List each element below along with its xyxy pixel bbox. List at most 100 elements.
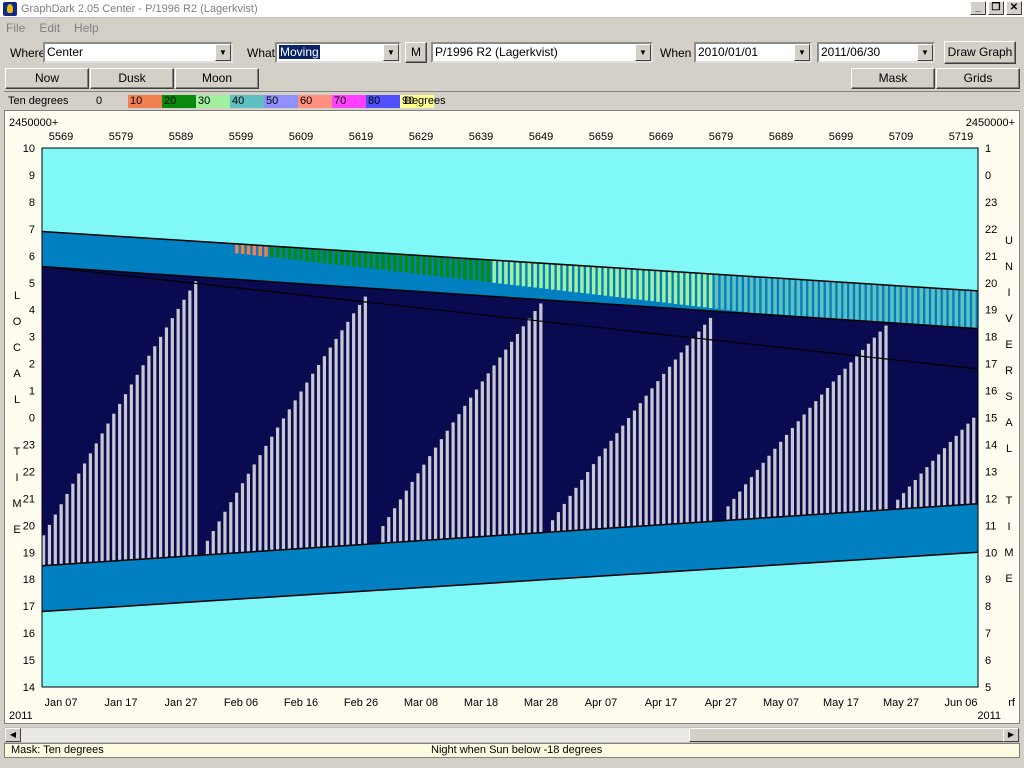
moon-bar — [667, 366, 672, 525]
moon-bar — [627, 418, 631, 527]
ut-letter: E — [1005, 339, 1012, 351]
date-tick: Mar 28 — [524, 697, 558, 709]
what-label: What — [247, 46, 276, 60]
moon-bar — [510, 341, 514, 535]
chevron-down-icon[interactable]: ▼ — [215, 44, 231, 61]
ut-hour-tick: 17 — [985, 359, 997, 371]
local-time-letter: C — [13, 342, 21, 354]
scroll-right-icon[interactable]: ▶ — [1003, 728, 1019, 742]
maximize-button[interactable]: ❐ — [988, 1, 1004, 15]
altitude-bar — [533, 262, 537, 288]
ut-hour-tick: 8 — [985, 601, 991, 613]
moon-bar — [527, 318, 531, 534]
window-title: GraphDark 2.05 Center - P/1996 R2 (Lager… — [21, 2, 258, 15]
moon-bar — [82, 463, 87, 564]
jd-tick: 5569 — [49, 131, 73, 143]
what-select[interactable]: Moving ▼ — [275, 42, 401, 63]
local-time-letter: O — [13, 316, 22, 328]
moon-bar — [609, 440, 613, 529]
moon-bar — [615, 433, 619, 528]
jd-prefix-left: 2450000+ — [9, 117, 58, 129]
menu-edit[interactable]: Edit — [39, 21, 60, 35]
altitude-bar — [545, 263, 549, 289]
grids-button[interactable]: Grids — [936, 68, 1020, 89]
moon-bar — [340, 330, 344, 546]
menu-file[interactable]: File — [6, 21, 25, 35]
local-hour-tick: 4 — [29, 305, 35, 317]
altitude-bar — [235, 243, 239, 254]
altitude-bar — [603, 267, 608, 296]
local-hour-tick: 14 — [23, 682, 35, 694]
moon-bar — [913, 479, 917, 509]
ut-letter: M — [1004, 547, 1013, 559]
dusk-button[interactable]: Dusk — [90, 68, 174, 89]
chevron-down-icon[interactable]: ▼ — [383, 44, 399, 61]
altitude-bar — [270, 245, 274, 258]
altitude-bar — [972, 290, 976, 329]
moon-bar — [972, 417, 976, 505]
ut-letter: T — [1006, 495, 1013, 507]
date-tick: Mar 18 — [464, 697, 498, 709]
local-hour-tick: 20 — [23, 520, 35, 532]
legend-swatch-70: 70 — [332, 95, 366, 108]
altitude-bar — [451, 257, 456, 279]
start-date-select[interactable]: 2010/01/01 ▼ — [694, 42, 812, 63]
moon-bar — [205, 540, 210, 555]
moon-bar — [276, 427, 280, 551]
where-select[interactable]: Center ▼ — [43, 42, 233, 63]
chevron-down-icon[interactable]: ▼ — [794, 44, 810, 61]
date-tick: Mar 08 — [404, 697, 438, 709]
object-select[interactable]: P/1996 R2 (Lagerkvist) ▼ — [431, 42, 653, 63]
scroll-left-icon[interactable]: ◀ — [5, 728, 21, 742]
moon-bar — [919, 473, 923, 508]
end-date-select[interactable]: 2011/06/30 ▼ — [817, 42, 935, 63]
moon-bar — [580, 479, 584, 531]
altitude-bar — [252, 244, 257, 256]
close-button[interactable]: ✕ — [1006, 1, 1022, 15]
altitude-bar — [925, 287, 929, 326]
moon-bar — [550, 520, 555, 533]
minimize-button[interactable]: _ — [970, 1, 986, 15]
m-button[interactable]: M — [405, 42, 427, 63]
jd-tick: 5699 — [829, 131, 853, 143]
date-tick: Feb 16 — [284, 697, 318, 709]
horizontal-scrollbar[interactable]: ◀ ▶ — [4, 727, 1020, 743]
local-hour-tick: 18 — [23, 574, 35, 586]
altitude-bar — [802, 279, 807, 317]
ut-hour-tick: 18 — [985, 332, 997, 344]
moon-bar — [755, 469, 759, 519]
ut-letter: R — [1005, 365, 1013, 377]
altitude-bar — [667, 271, 672, 304]
altitude-bar — [515, 261, 520, 286]
moon-bar — [474, 389, 479, 538]
draw-graph-button[interactable]: Draw Graph — [944, 41, 1016, 64]
moon-bar — [644, 395, 648, 526]
moon-button[interactable]: Moon — [175, 68, 259, 89]
altitude-bar — [650, 270, 654, 302]
ut-hour-tick: 22 — [985, 224, 997, 236]
ut-hour-tick: 23 — [985, 197, 997, 209]
moon-bar — [182, 299, 186, 557]
moon-bar — [311, 373, 315, 548]
moon-bar — [907, 486, 912, 509]
local-time-letter: L — [14, 394, 20, 406]
altitude-bar — [276, 246, 280, 258]
moon-bar — [498, 357, 502, 536]
altitude-bar — [767, 277, 771, 315]
chevron-down-icon[interactable]: ▼ — [635, 44, 651, 61]
moon-bar — [439, 439, 444, 540]
local-hour-tick: 17 — [23, 601, 35, 613]
date-tick: Jan 27 — [164, 697, 197, 709]
now-button[interactable]: Now — [5, 68, 89, 89]
altitude-bar — [872, 284, 877, 322]
altitude-bar — [375, 252, 379, 270]
altitude-bar — [597, 266, 602, 296]
moon-bar — [170, 318, 174, 558]
altitude-bar — [954, 289, 959, 328]
mask-button[interactable]: Mask — [851, 68, 935, 89]
chevron-down-icon[interactable]: ▼ — [917, 44, 933, 61]
menu-help[interactable]: Help — [74, 21, 99, 35]
scroll-thumb[interactable] — [689, 728, 1005, 742]
legend-swatch-30: 30 — [196, 95, 230, 108]
moon-bar — [931, 460, 935, 507]
